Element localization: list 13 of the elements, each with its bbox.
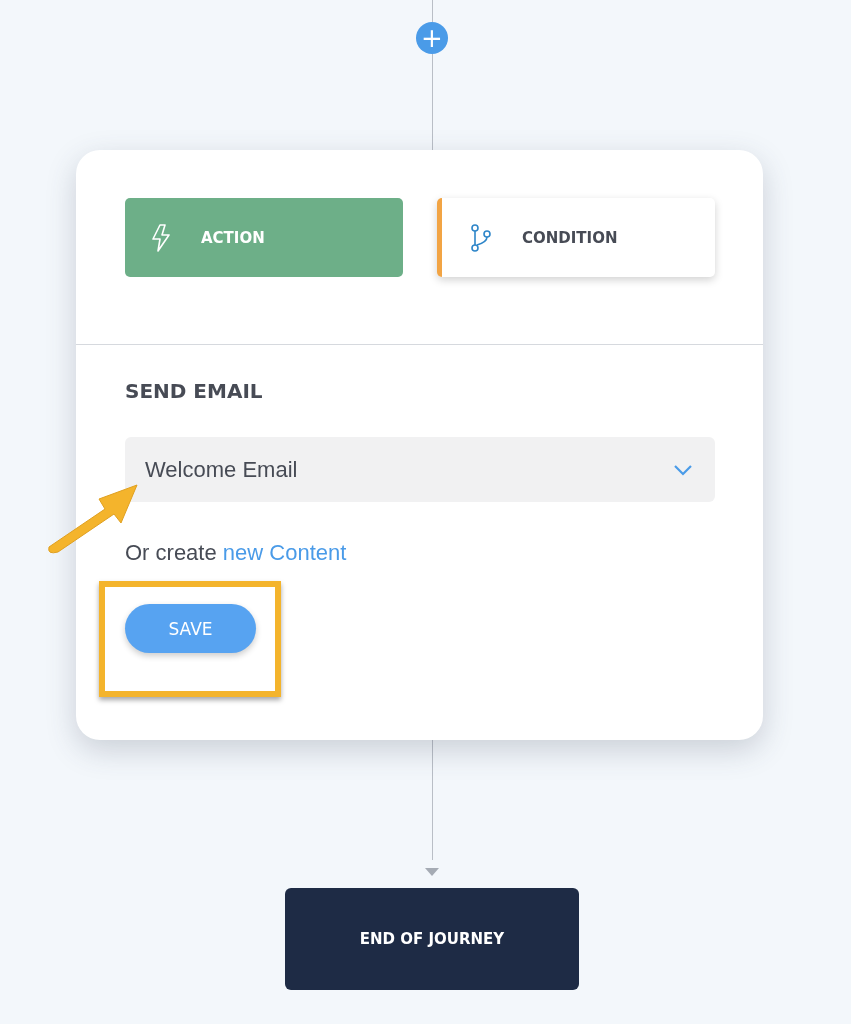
section-title: SEND EMAIL — [125, 379, 263, 403]
content-dropdown[interactable]: Welcome Email — [125, 437, 715, 502]
step-type-tab[interactable]: ACTION — [125, 198, 403, 277]
new-content-link[interactable]: new Content — [222, 540, 347, 565]
branch-icon — [470, 223, 492, 252]
end-node: END OF JOURNEY — [285, 888, 579, 990]
lightning-icon — [151, 223, 171, 252]
step-type-tab[interactable]: CONDITION — [437, 198, 715, 277]
chevron-down-icon — [673, 463, 693, 476]
save-button[interactable]: SAVE — [125, 604, 256, 653]
create-hint: Or create new Content — [125, 540, 347, 566]
add-step-button[interactable]: + — [416, 22, 448, 54]
down-triangle-icon — [425, 868, 439, 876]
